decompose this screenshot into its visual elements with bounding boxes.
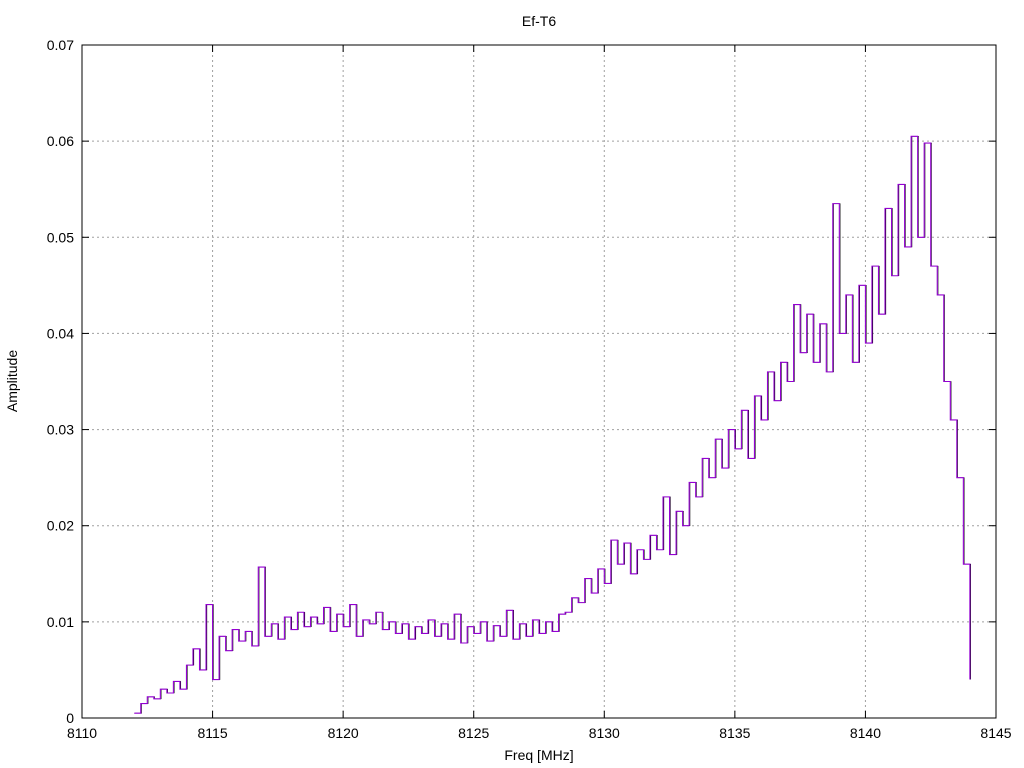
series-underlay [135, 136, 971, 714]
series-line [134, 135, 971, 714]
x-tick-label: 8125 [458, 725, 489, 741]
x-tick-label: 8130 [589, 725, 620, 741]
y-tick-label: 0.04 [47, 325, 74, 341]
y-axis-label: Amplitude [4, 350, 20, 412]
x-tick-label: 8145 [980, 725, 1011, 741]
y-tick-label: 0.07 [47, 37, 74, 53]
grid [82, 45, 996, 718]
x-tick-label: 8120 [328, 725, 359, 741]
x-tick-label: 8135 [719, 725, 750, 741]
y-tick-label: 0.02 [47, 518, 74, 534]
x-tick-label: 8140 [850, 725, 881, 741]
axis-ticks: 8110 8115 8120 8125 8130 8135 8140 8145 0 0.01 0.0… [47, 37, 1012, 741]
y-tick-label: 0 [66, 710, 74, 726]
series-layer [134, 135, 971, 714]
chart-title: Ef-T6 [522, 13, 556, 29]
y-tick-label: 0.06 [47, 133, 74, 149]
y-tick-label: 0.01 [47, 614, 74, 630]
chart: Ef-T6 8110 8115 8120 8125 8130 8135 8140 8145 0 0… [4, 13, 1012, 763]
x-tick-label: 8115 [198, 725, 228, 741]
y-tick-label: 0.03 [47, 422, 74, 438]
plot-border [81, 44, 997, 719]
y-tick-label: 0.05 [47, 229, 74, 245]
x-tick-label: 8110 [67, 725, 97, 741]
x-axis-label: Freq [MHz] [504, 747, 573, 763]
